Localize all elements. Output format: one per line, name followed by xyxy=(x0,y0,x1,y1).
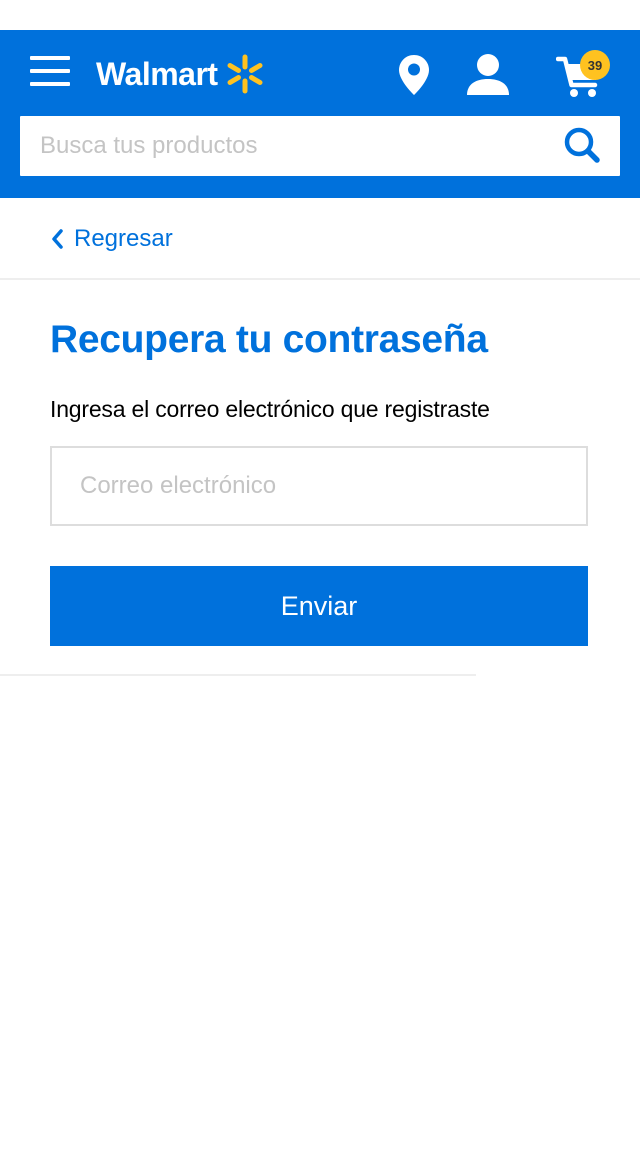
status-bar xyxy=(0,0,640,30)
hamburger-menu-icon[interactable] xyxy=(30,56,70,86)
site-header: Walmart 39 xyxy=(0,30,640,198)
email-field[interactable] xyxy=(50,446,588,526)
instructions-text: Ingresa el correo electrónico que regist… xyxy=(50,396,490,422)
cart-button[interactable]: 39 xyxy=(555,50,614,100)
walmart-logo[interactable]: Walmart xyxy=(96,52,266,96)
submit-button[interactable]: Enviar xyxy=(50,566,588,646)
divider xyxy=(0,674,476,676)
back-link-label: Regresar xyxy=(74,225,173,252)
search-input[interactable] xyxy=(20,116,550,176)
back-navigation: Regresar xyxy=(0,198,640,280)
page-title: Recupera tu contraseña xyxy=(50,318,488,361)
walmart-spark-icon xyxy=(227,54,263,94)
chevron-left-icon xyxy=(52,229,63,249)
back-link[interactable]: Regresar xyxy=(50,222,173,256)
location-pin-icon[interactable] xyxy=(398,54,430,96)
search-bar xyxy=(20,116,620,176)
logo-text: Walmart xyxy=(96,55,218,92)
user-account-icon[interactable] xyxy=(466,54,510,96)
cart-count-badge: 39 xyxy=(580,50,610,80)
search-icon[interactable] xyxy=(560,126,604,166)
